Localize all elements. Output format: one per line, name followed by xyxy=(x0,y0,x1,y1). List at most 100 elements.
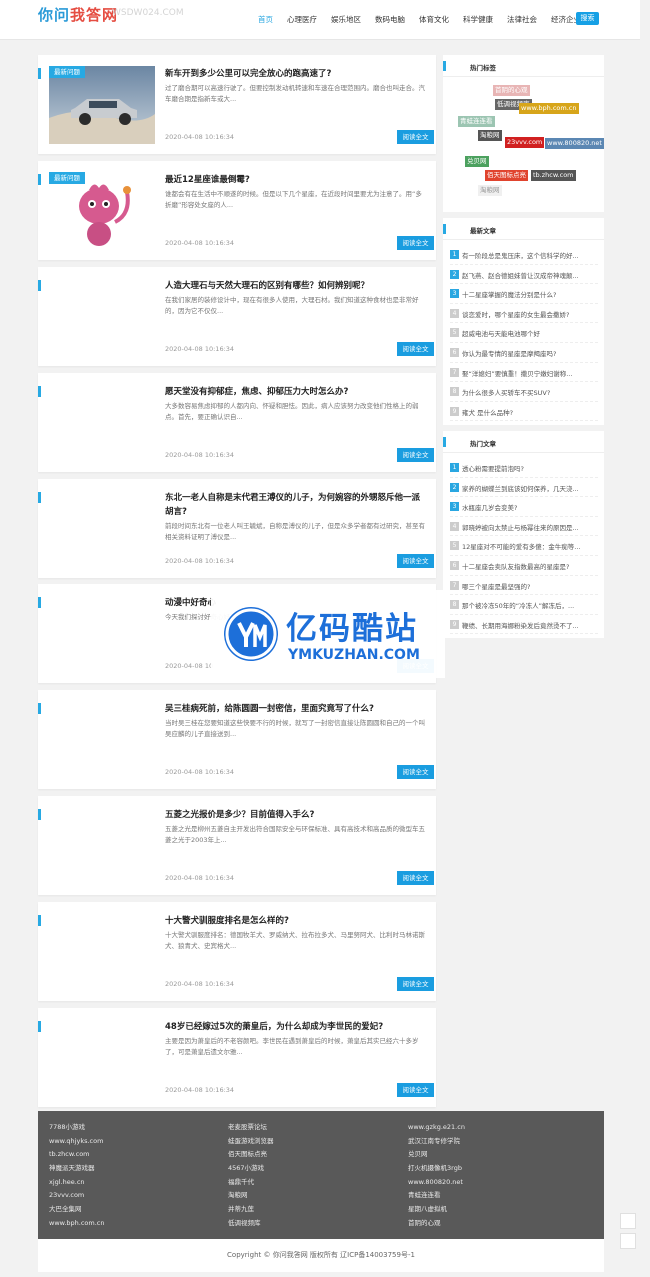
list-item-link[interactable]: 有一阶段总是鬼压床，这个信科学的好... xyxy=(462,250,598,260)
footer-link[interactable]: www.800820.net xyxy=(408,1176,465,1190)
footer-link[interactable]: 23vvv.com xyxy=(49,1189,105,1203)
list-item-link[interactable]: 透心粉需要提前泡吗? xyxy=(462,463,598,473)
list-item[interactable]: 7 娶“洋媳妇”要慎重！撒贝宁嫩妇谢称... xyxy=(450,363,598,383)
read-more-button[interactable]: 阅读全文 xyxy=(397,448,434,462)
footer-link[interactable]: 大巴全集网 xyxy=(49,1203,105,1217)
hot-tag-link[interactable]: 首阴的心观 xyxy=(493,85,530,96)
search-button[interactable]: 搜索 xyxy=(576,12,599,25)
footer-link[interactable]: 低调视频库 xyxy=(228,1217,274,1231)
scroll-top-button[interactable] xyxy=(620,1213,636,1229)
read-more-button[interactable]: 阅读全文 xyxy=(397,1083,434,1097)
footer-link[interactable]: tb.zhcw.com xyxy=(49,1148,105,1162)
list-item[interactable]: 2 赵飞燕、赵合德姐妹曾让汉成帝神魂颠... xyxy=(450,265,598,285)
footer-link[interactable]: 青蛙连连看 xyxy=(408,1189,465,1203)
nav-item[interactable]: 首页 xyxy=(251,14,280,25)
footer-link[interactable]: 福鼎千代 xyxy=(228,1176,274,1190)
footer-link[interactable]: 佰天图标点亮 xyxy=(228,1148,274,1162)
list-item[interactable]: 4 郭晓婷被向太禁止与杨幂往来的原因是... xyxy=(450,517,598,537)
list-item[interactable]: 7 哪三个星座是最坚强的? xyxy=(450,576,598,596)
article-title-link[interactable]: 新车开到多少公里可以完全放心的跑高速了? xyxy=(165,67,427,81)
site-logo[interactable]: 你问我答网 xyxy=(38,4,118,25)
list-item-link[interactable]: 雍犬 是什么品种? xyxy=(462,407,598,417)
footer-link[interactable]: 7788小游戏 xyxy=(49,1121,105,1135)
nav-item[interactable]: 娱乐地区 xyxy=(324,14,368,25)
hot-tag-link[interactable]: www.800820.net xyxy=(545,138,604,149)
hot-tag-link[interactable]: 青蛙连连看 xyxy=(458,116,495,127)
hot-tag-link[interactable]: www.bph.com.cn xyxy=(519,103,579,114)
list-item-link[interactable]: 鞭绩、长期用海娜粉染发后竟然烫不了... xyxy=(462,620,598,630)
footer-link[interactable]: xjgl.hee.cn xyxy=(49,1176,105,1190)
footer-link[interactable]: 淘粮网 xyxy=(228,1189,274,1203)
footer-link[interactable]: 兑贝网 xyxy=(408,1148,465,1162)
nav-item[interactable]: 数码电脑 xyxy=(368,14,412,25)
list-item[interactable]: 9 鞭绩、长期用海娜粉染发后竟然烫不了... xyxy=(450,615,598,635)
nav-item[interactable]: 体育文化 xyxy=(412,14,456,25)
article-title-link[interactable]: 东北一老人自称是末代君王溥仪的儿子，为何婉容的外甥怒斥他一派胡言? xyxy=(165,491,427,519)
read-more-button[interactable]: 阅读全文 xyxy=(397,977,434,991)
list-item[interactable]: 1 有一阶段总是鬼压床，这个信科学的好... xyxy=(450,245,598,265)
list-item[interactable]: 2 家养的蝴蝶兰到底该如何保养，几天浇... xyxy=(450,478,598,498)
article-title-link[interactable]: 吴三桂病死前，给陈圆圆一封密信，里面究竟写了什么? xyxy=(165,702,427,716)
list-item[interactable]: 3 水瓶座几岁会变美? xyxy=(450,497,598,517)
hot-tag-link[interactable]: 佰天图标点亮 xyxy=(485,170,528,181)
hot-tag-link[interactable]: 兑贝网 xyxy=(465,156,489,167)
footer-link[interactable]: 并蒂九莲 xyxy=(228,1203,274,1217)
list-item-link[interactable]: 你认为最专情的星座是摩羯座吗? xyxy=(462,348,598,358)
article-title-link[interactable]: 愿天堂没有抑郁症，焦虑、抑郁压力大时怎么办? xyxy=(165,385,427,399)
footer-link[interactable]: 星期八虚拟机 xyxy=(408,1203,465,1217)
article-excerpt: 十大警犬驯服度排名：德国牧羊犬、罗威纳犬、拉布拉多犬、马里努阿犬、比利时马林诺斯… xyxy=(165,931,425,950)
article-title-link[interactable]: 十大警犬驯服度排名是怎么样的? xyxy=(165,914,427,928)
footer-link[interactable]: www.bph.com.cn xyxy=(49,1217,105,1231)
hot-tag-link[interactable]: 23vvv.com xyxy=(505,137,545,148)
list-item-link[interactable]: 哪三个星座是最坚强的? xyxy=(462,581,598,591)
hot-tag-link[interactable]: 淘粮网 xyxy=(478,185,502,196)
list-item-link[interactable]: 谈恋爱时，哪个星座的女生最会撒娇? xyxy=(462,309,598,319)
nav-item[interactable]: 法律社会 xyxy=(500,14,544,25)
hot-tag-link[interactable]: tb.zhcw.com xyxy=(531,170,576,181)
list-item-link[interactable]: 那个被冷冻50年的“冷冻人”解冻后，... xyxy=(462,600,598,610)
footer-link[interactable]: 4567小游戏 xyxy=(228,1162,274,1176)
article-title-link[interactable]: 人造大理石与天然大理石的区别有哪些？如何辨别呢？ xyxy=(165,279,427,293)
list-item-link[interactable]: 超威电池与天能电池哪个好 xyxy=(462,328,598,338)
list-item-link[interactable]: 为什么很多人买轿车不买SUV? xyxy=(462,387,598,397)
list-item[interactable]: 5 超威电池与天能电池哪个好 xyxy=(450,323,598,343)
footer-link[interactable]: www.gzkg.e21.cn xyxy=(408,1121,465,1135)
footer-link[interactable]: www.qhjyks.com xyxy=(49,1135,105,1149)
list-item[interactable]: 1 透心粉需要提前泡吗? xyxy=(450,458,598,478)
article-title-link[interactable]: 48岁已经嫁过5次的萧皇后，为什么却成为李世民的爱妃? xyxy=(165,1020,427,1034)
list-item[interactable]: 9 雍犬 是什么品种? xyxy=(450,402,598,422)
list-item[interactable]: 8 为什么很多人买轿车不买SUV? xyxy=(450,382,598,402)
read-more-button[interactable]: 阅读全文 xyxy=(397,554,434,568)
footer-link[interactable]: 蛙蛋游戏浏览器 xyxy=(228,1135,274,1149)
nav-item[interactable]: 心理医疗 xyxy=(280,14,324,25)
list-item[interactable]: 6 十二星座会卖队友指数最高的星座是? xyxy=(450,556,598,576)
nav-item[interactable]: 科学健康 xyxy=(456,14,500,25)
list-item-link[interactable]: 水瓶座几岁会变美? xyxy=(462,502,598,512)
list-item-link[interactable]: 12星座对不可能的爱有多傻：金牛痴等... xyxy=(462,541,598,551)
list-item-link[interactable]: 家养的蝴蝶兰到底该如何保养，几天浇... xyxy=(462,483,598,493)
footer-link[interactable]: 打火机摄像机3rgb xyxy=(408,1162,465,1176)
footer-link[interactable]: 武汉江南专修学院 xyxy=(408,1135,465,1149)
list-item-link[interactable]: 十二星座掌握的魔法分别是什么? xyxy=(462,289,598,299)
side-tool-button[interactable] xyxy=(620,1233,636,1249)
article-title-link[interactable]: 五菱之光报价是多少？目前值得入手么? xyxy=(165,808,427,822)
read-more-button[interactable]: 阅读全文 xyxy=(397,765,434,779)
article-title-link[interactable]: 最近12星座谁最倒霉? xyxy=(165,173,427,187)
list-item-link[interactable]: 十二星座会卖队友指数最高的星座是? xyxy=(462,561,598,571)
read-more-button[interactable]: 阅读全文 xyxy=(397,236,434,250)
list-item-link[interactable]: 赵飞燕、赵合德姐妹曾让汉成帝神魂颠... xyxy=(462,270,598,280)
footer-link[interactable]: 首阴的心观 xyxy=(408,1217,465,1231)
list-item[interactable]: 8 那个被冷冻50年的“冷冻人”解冻后，... xyxy=(450,595,598,615)
list-item-link[interactable]: 娶“洋媳妇”要慎重！撒贝宁嫩妇谢称... xyxy=(462,368,598,378)
list-item[interactable]: 6 你认为最专情的星座是摩羯座吗? xyxy=(450,343,598,363)
read-more-button[interactable]: 阅读全文 xyxy=(397,342,434,356)
list-item-link[interactable]: 郭晓婷被向太禁止与杨幂往来的原因是... xyxy=(462,522,598,532)
footer-link[interactable]: 老麦股票论坛 xyxy=(228,1121,274,1135)
list-item[interactable]: 5 12星座对不可能的爱有多傻：金牛痴等... xyxy=(450,536,598,556)
list-item[interactable]: 4 谈恋爱时，哪个星座的女生最会撒娇? xyxy=(450,304,598,324)
hot-tag-link[interactable]: 淘粮网 xyxy=(478,130,502,141)
list-item[interactable]: 3 十二星座掌握的魔法分别是什么? xyxy=(450,284,598,304)
read-more-button[interactable]: 阅读全文 xyxy=(397,130,434,144)
footer-link[interactable]: 神魔派天游戏器 xyxy=(49,1162,105,1176)
read-more-button[interactable]: 阅读全文 xyxy=(397,871,434,885)
